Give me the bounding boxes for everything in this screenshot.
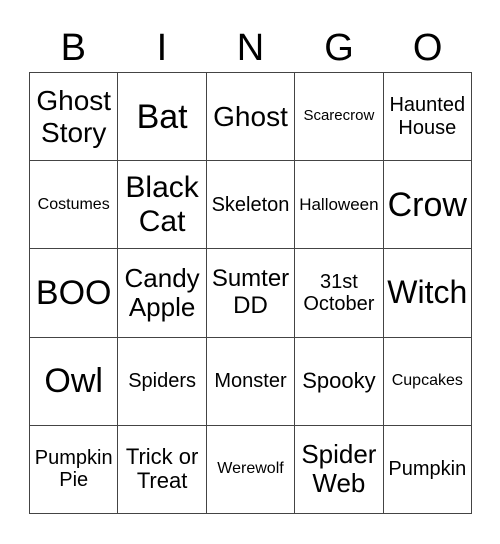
bingo-cell[interactable]: Werewolf [206, 425, 296, 514]
bingo-cell[interactable]: Costumes [30, 161, 119, 250]
bingo-cell[interactable]: Witch [383, 249, 472, 338]
header-letter-i: I [156, 27, 168, 69]
bingo-cell[interactable]: Ghost Story [30, 73, 119, 162]
bingo-cell[interactable]: Pumpkin [383, 425, 472, 514]
header-letter-g: G [324, 27, 354, 69]
bingo-grid: Ghost Story Bat Ghost Scarecrow Haunted Hous… [29, 72, 472, 514]
bingo-cell[interactable]: 31st October [295, 249, 384, 338]
bingo-cell[interactable]: Scarecrow [295, 73, 384, 162]
bingo-cell[interactable]: BOO [30, 249, 119, 338]
bingo-cell[interactable]: Spider Web [295, 425, 384, 514]
bingo-cell[interactable]: Candy Apple [118, 249, 207, 338]
bingo-cell[interactable]: Halloween [295, 161, 384, 250]
bingo-cell[interactable]: Spiders [118, 337, 207, 426]
bingo-cell[interactable]: Sumter DD [206, 249, 296, 338]
bingo-cell[interactable]: Black Cat [118, 161, 207, 250]
header-letter-n: N [236, 27, 265, 69]
bingo-cell[interactable]: Trick or Treat [118, 425, 207, 514]
header-letter-o: O [412, 27, 443, 69]
bingo-cell[interactable]: Skeleton [206, 161, 296, 250]
bingo-cell[interactable]: Owl [30, 337, 119, 426]
bingo-cell[interactable]: Ghost [206, 73, 296, 162]
bingo-cell[interactable]: Pumpkin Pie [30, 425, 119, 514]
bingo-cell[interactable]: Bat [118, 73, 207, 162]
bingo-cell[interactable]: Monster [206, 337, 296, 426]
bingo-cell[interactable]: Haunted House [383, 73, 472, 162]
bingo-cell[interactable]: Cupcakes [383, 337, 472, 426]
bingo-cell[interactable]: Spooky [295, 337, 384, 426]
header-letter-b: B [60, 27, 86, 69]
bingo-header: B I N G O [29, 26, 472, 70]
bingo-cell[interactable]: Crow [383, 161, 472, 250]
